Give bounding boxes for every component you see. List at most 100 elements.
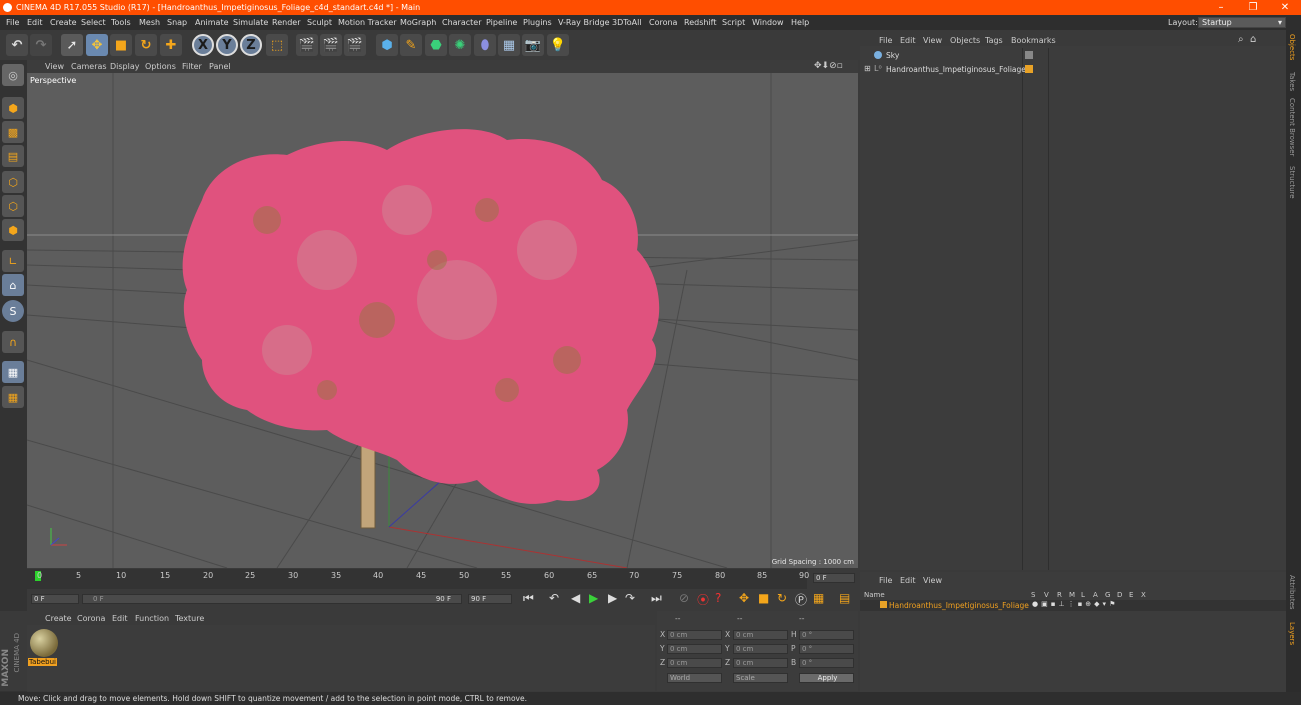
viewport-menu-view[interactable]: View	[45, 60, 64, 73]
mat-menu-corona[interactable]: Corona	[77, 614, 105, 623]
render-picture-viewer-button[interactable]: 🎬	[320, 34, 342, 56]
menu-help[interactable]: Help	[791, 15, 809, 30]
obj-menu-edit[interactable]: Edit	[900, 36, 916, 45]
current-frame-field[interactable]: 0 F	[813, 573, 855, 583]
mat-menu-function[interactable]: Function	[135, 614, 169, 623]
texture-mode-button[interactable]: ▩	[2, 121, 24, 143]
menu-pipeline[interactable]: Pipeline	[486, 15, 517, 30]
menu-simulate[interactable]: Simulate	[233, 15, 268, 30]
rotate-tool-button[interactable]: ↻	[135, 34, 157, 56]
record-button[interactable]: ⦿	[697, 591, 709, 608]
deformer-button[interactable]: ⬮	[474, 34, 496, 56]
timeline-menu-button[interactable]: ▤	[839, 591, 850, 605]
make-editable-button[interactable]: ◎	[2, 64, 24, 86]
minimize-button[interactable]: –	[1206, 0, 1236, 15]
x-axis-button[interactable]: X	[192, 34, 214, 56]
start-frame-field[interactable]: 0 F	[31, 594, 79, 604]
menu-animate[interactable]: Animate	[195, 15, 229, 30]
play-button[interactable]: ▶	[589, 591, 598, 605]
obj-menu-bookmarks[interactable]: Bookmarks	[1011, 36, 1056, 45]
tab-attributes[interactable]: Attributes	[1288, 575, 1296, 610]
key-parameter-button[interactable]: Ⓟ	[795, 591, 807, 608]
menu-sculpt[interactable]: Sculpt	[307, 15, 332, 30]
menu-edit[interactable]: Edit	[27, 15, 43, 30]
layer-row[interactable]: Handroanthus_Impetiginosus_Foliage ●▣▪⊥⋮…	[860, 600, 1286, 611]
menu-tools[interactable]: Tools	[111, 15, 131, 30]
mat-menu-create[interactable]: Create	[45, 614, 72, 623]
pen-button[interactable]: ✎	[400, 34, 422, 56]
viewport-menu-filter[interactable]: Filter	[182, 60, 202, 73]
menu-script[interactable]: Script	[722, 15, 745, 30]
go-to-end-button[interactable]: ⏭	[651, 591, 662, 606]
magnet-button[interactable]: ∩	[2, 331, 24, 353]
pos-x-field[interactable]: 0 cm	[667, 630, 722, 640]
pos-z-field[interactable]: 0 cm	[667, 658, 722, 668]
auto-key-button[interactable]: ?	[715, 591, 721, 605]
menu-window[interactable]: Window	[752, 15, 784, 30]
tab-content-browser[interactable]: Content Browser	[1288, 98, 1296, 156]
layer-menu-edit[interactable]: Edit	[900, 576, 916, 585]
timeline-ruler[interactable]: 0 5 10 15 20 25 30 35 40 45 50 55 60 65 …	[27, 569, 858, 589]
rot-h-field[interactable]: 0 °	[799, 630, 854, 640]
workplane-mode-button[interactable]: ▤	[2, 145, 24, 167]
array-button[interactable]: ✺	[449, 34, 471, 56]
scale-tool-button[interactable]: ■	[110, 34, 132, 56]
home-icon[interactable]: ⌂	[1250, 34, 1256, 45]
viewport-menu-display[interactable]: Display	[110, 60, 140, 73]
previous-frame-button[interactable]: ◀	[571, 591, 580, 605]
menu-snap[interactable]: Snap	[167, 15, 187, 30]
next-key-button[interactable]: ↷	[625, 591, 635, 605]
previous-key-button[interactable]: ↶	[549, 591, 559, 605]
menu-redshift[interactable]: Redshift	[684, 15, 716, 30]
layout-select[interactable]: Startup ▾	[1198, 17, 1286, 28]
z-axis-button[interactable]: Z	[240, 34, 262, 56]
axis-mode-button[interactable]: ∟	[2, 250, 24, 272]
cube-button[interactable]: ⬢	[376, 34, 398, 56]
perspective-viewport[interactable]: View Cameras Display Options Filter Pane…	[27, 60, 858, 568]
tab-takes[interactable]: Takes	[1288, 72, 1296, 91]
menu-mograph[interactable]: MoGraph	[400, 15, 436, 30]
camera-button[interactable]: 📷	[522, 34, 544, 56]
render-view-button[interactable]: 🎬	[296, 34, 318, 56]
workplane-lock-button[interactable]: ▦	[2, 361, 24, 383]
menu-vray-bridge[interactable]: V-Ray Bridge	[558, 15, 610, 30]
menu-motion-tracker[interactable]: Motion Tracker	[338, 15, 397, 30]
menu-character[interactable]: Character	[442, 15, 482, 30]
polygons-mode-button[interactable]: ⬢	[2, 219, 24, 241]
menu-3dtoall[interactable]: 3DToAll	[612, 15, 642, 30]
record-disabled-button[interactable]: ⊘	[679, 591, 689, 605]
coordinate-space-select[interactable]: World	[667, 673, 722, 683]
tab-layers[interactable]: Layers	[1288, 622, 1296, 645]
undo-button[interactable]: ↶	[6, 34, 28, 56]
edges-mode-button[interactable]: ⬡	[2, 195, 24, 217]
light-button[interactable]: 💡	[547, 34, 569, 56]
frame-range-slider[interactable]: 0 F 90 F	[82, 594, 462, 604]
viewport-menu-cameras[interactable]: Cameras	[71, 60, 107, 73]
move-tool-button[interactable]: ✥	[86, 34, 108, 56]
object-row-sky[interactable]: Sky	[860, 50, 1286, 62]
key-scale-button[interactable]: ■	[758, 591, 769, 605]
menu-create[interactable]: Create	[50, 15, 77, 30]
viewport-nav-icons[interactable]: ✥⬇⊘▫	[814, 60, 843, 73]
obj-menu-tags[interactable]: Tags	[985, 36, 1003, 45]
model-mode-button[interactable]: ⬢	[2, 97, 24, 119]
next-frame-button[interactable]: ▶	[608, 591, 617, 605]
menu-file[interactable]: File	[6, 15, 19, 30]
redo-button[interactable]: ↷	[30, 34, 52, 56]
snap-button[interactable]: S	[2, 300, 24, 322]
key-position-button[interactable]: ✥	[739, 591, 749, 605]
apply-button[interactable]: Apply	[799, 673, 854, 683]
tab-structure[interactable]: Structure	[1288, 166, 1296, 199]
maximize-button[interactable]: ❐	[1238, 0, 1268, 15]
floor-button[interactable]: ▦	[498, 34, 520, 56]
obj-menu-objects[interactable]: Objects	[950, 36, 980, 45]
menu-render[interactable]: Render	[272, 15, 300, 30]
pos-y-field[interactable]: 0 cm	[667, 644, 722, 654]
menu-mesh[interactable]: Mesh	[139, 15, 160, 30]
rot-p-field[interactable]: 0 °	[799, 644, 854, 654]
mat-menu-edit[interactable]: Edit	[112, 614, 128, 623]
expand-icon[interactable]: ⊞	[864, 64, 871, 73]
object-row-foliage[interactable]: ⊞ L⁰ Handroanthus_Impetiginosus_Foliage	[860, 64, 1286, 76]
coordinate-system-button[interactable]: ⬚	[266, 34, 288, 56]
material-thumbnail[interactable]	[30, 629, 58, 657]
